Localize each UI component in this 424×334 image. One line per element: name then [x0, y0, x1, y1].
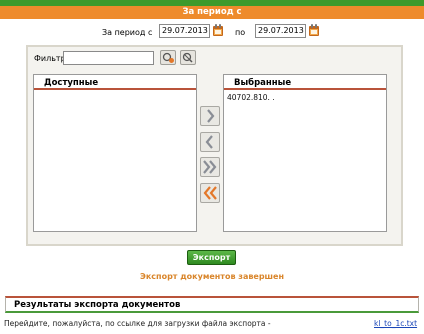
double-chevron-left-icon	[203, 186, 217, 200]
calendar-icon[interactable]	[212, 24, 224, 37]
page-header: За период с	[0, 6, 424, 19]
clear-filter-button[interactable]	[180, 50, 196, 65]
calendar-icon[interactable]	[308, 24, 320, 37]
filter-apply-icon	[162, 52, 174, 63]
move-left-button[interactable]	[200, 132, 220, 152]
double-chevron-right-icon	[203, 160, 217, 174]
move-all-left-button[interactable]	[200, 183, 220, 203]
chevron-left-icon	[205, 135, 213, 149]
export-file-link[interactable]: kl_to_1c.txt	[374, 319, 417, 328]
filter-clear-icon	[182, 52, 193, 63]
selected-accounts-list[interactable]: Выбранные 40702.810. .	[223, 74, 387, 232]
download-instruction: Перейдите, пожалуйста, по ссылке для заг…	[4, 319, 271, 328]
move-all-right-button[interactable]	[200, 157, 220, 177]
filter-label: Фильтр	[34, 54, 66, 63]
chevron-right-icon	[207, 109, 215, 123]
period-from-label: За период с	[102, 28, 153, 37]
available-accounts-list[interactable]: Доступные	[33, 74, 197, 232]
filter-input[interactable]	[63, 51, 154, 65]
date-from-input[interactable]: 29.07.2013	[159, 24, 210, 38]
available-list-header: Доступные	[34, 75, 196, 90]
list-item[interactable]: 40702.810. .	[227, 93, 275, 102]
date-to-input[interactable]: 29.07.2013	[255, 24, 306, 38]
apply-filter-button[interactable]	[160, 50, 176, 65]
export-results-panel: Результаты экспорта документов	[5, 296, 419, 313]
period-to-label: по	[235, 28, 246, 37]
export-button[interactable]: Экспорт	[187, 250, 236, 265]
selected-list-header: Выбранные	[224, 75, 386, 90]
move-right-button[interactable]	[200, 106, 220, 126]
export-status-text: Экспорт документов завершен	[140, 272, 284, 281]
